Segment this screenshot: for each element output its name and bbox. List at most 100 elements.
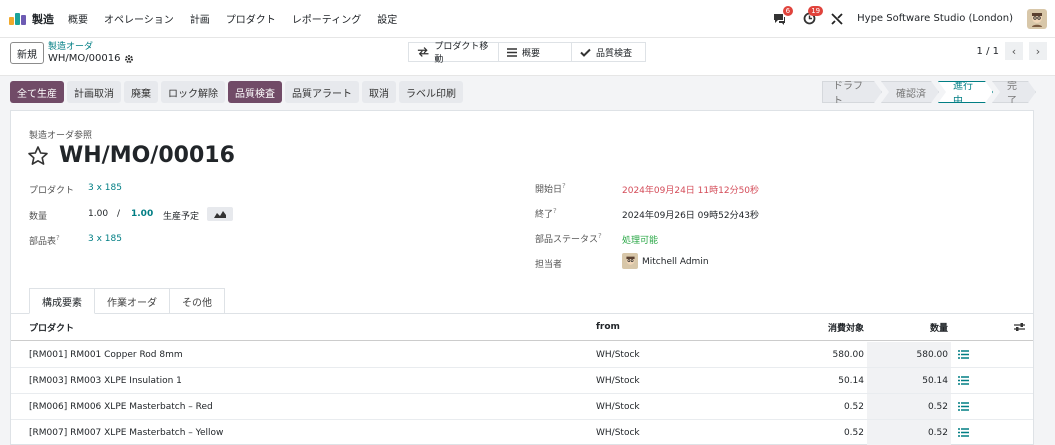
unplan-button[interactable]: 計画取消 xyxy=(67,81,121,103)
gear-icon[interactable] xyxy=(124,54,134,64)
table-row[interactable]: [RM006] RM006 XLPE Masterbatch – Red WH/… xyxy=(11,394,1033,420)
breadcrumb-parent[interactable]: 製造オーダ xyxy=(48,41,134,53)
pager-value[interactable]: 1 / 1 xyxy=(977,46,999,57)
tab-miscellaneous[interactable]: その他 xyxy=(169,288,225,314)
pager: 1 / 1 ‹ › xyxy=(977,42,1047,60)
product-field[interactable]: 3 x 185 xyxy=(88,183,122,193)
user-avatar-icon xyxy=(1032,12,1042,27)
end-date-field[interactable]: 2024年09月26日 09時52分43秒 xyxy=(622,208,759,221)
menu-settings[interactable]: 設定 xyxy=(377,11,397,26)
manufacturing-app-icon[interactable] xyxy=(9,12,27,25)
quality-check-button[interactable]: 品質検査 xyxy=(228,81,282,103)
activities-badge: 19 xyxy=(808,5,824,16)
column-quantity[interactable]: 数量 xyxy=(891,314,948,340)
overview-button[interactable]: 概要 xyxy=(498,42,572,62)
row-detail-button[interactable] xyxy=(958,420,969,445)
row-product[interactable]: [RM003] RM003 XLPE Insulation 1 xyxy=(29,368,182,393)
component-status-label-text: 部品ステータス xyxy=(535,235,599,245)
notebook-tabs: 構成要素 作業オーダ その他 xyxy=(29,288,225,314)
end-help-icon[interactable]: ? xyxy=(553,207,557,215)
print-labels-button[interactable]: ラベル印刷 xyxy=(399,81,463,103)
app-name[interactable]: 製造 xyxy=(32,11,54,27)
table-row[interactable]: [RM007] RM007 XLPE Masterbatch – Yellow … xyxy=(11,420,1033,445)
start-date-field[interactable]: 2024年09月24日 11時12分50秒 xyxy=(622,183,759,196)
start-date-label: 開始日? xyxy=(535,182,566,195)
menu-operations[interactable]: オペレーション xyxy=(104,11,174,26)
produce-all-button[interactable]: 全て生産 xyxy=(10,81,64,103)
user-avatar[interactable] xyxy=(1027,8,1047,29)
bom-field[interactable]: 3 x 185 xyxy=(88,234,122,244)
scrap-button[interactable]: 廃棄 xyxy=(124,81,158,103)
start-help-icon[interactable]: ? xyxy=(562,182,566,190)
row-from[interactable]: WH/Stock xyxy=(596,368,640,393)
row-detail-button[interactable] xyxy=(958,394,969,419)
bom-help-icon[interactable]: ? xyxy=(56,234,60,242)
tab-components[interactable]: 構成要素 xyxy=(29,288,95,314)
quality-checks-smart-button[interactable]: 品質検査 xyxy=(571,42,646,62)
menu-products[interactable]: プロダクト xyxy=(226,11,276,26)
pager-previous-button[interactable]: ‹ xyxy=(1005,42,1023,60)
menu-planning[interactable]: 計画 xyxy=(190,11,210,26)
row-from[interactable]: WH/Stock xyxy=(596,394,640,419)
new-button[interactable]: 新規 xyxy=(10,42,44,64)
components-table-header: プロダクト from 消費対象 数量 xyxy=(11,314,1033,341)
menu-overview[interactable]: 概要 xyxy=(68,11,88,26)
row-product[interactable]: [RM006] RM006 XLPE Masterbatch – Red xyxy=(29,394,213,419)
star-icon[interactable] xyxy=(27,145,49,167)
row-from[interactable]: WH/Stock xyxy=(596,420,640,445)
breadcrumb: 製造オーダ WH/MO/00016 xyxy=(48,41,134,65)
row-product[interactable]: [RM007] RM007 XLPE Masterbatch – Yellow xyxy=(29,420,223,445)
chevron-left-icon: ‹ xyxy=(1011,44,1017,58)
row-quantity[interactable]: 580.00 xyxy=(891,342,949,367)
row-from[interactable]: WH/Stock xyxy=(596,342,640,367)
list-icon xyxy=(958,402,969,411)
quantity-field[interactable]: 1.00 xyxy=(88,209,108,219)
status-bar: ドラフト 確認済 進行中 完了 xyxy=(823,81,1036,103)
component-status-help-icon[interactable]: ? xyxy=(598,232,602,240)
messages-button[interactable]: 6 xyxy=(771,5,794,26)
quality-checks-label: 品質検査 xyxy=(596,48,633,59)
list-icon xyxy=(958,428,969,437)
tools-icon[interactable] xyxy=(831,12,843,25)
column-from[interactable]: from xyxy=(596,314,620,340)
reference-label: 製造オーダ参照 xyxy=(29,131,93,141)
unlock-button[interactable]: ロック解除 xyxy=(161,81,225,103)
forecast-report-button[interactable] xyxy=(207,207,233,221)
stage-draft[interactable]: ドラフト xyxy=(822,81,882,103)
optional-columns-toggle[interactable] xyxy=(1014,314,1025,340)
title-row: WH/MO/00016 xyxy=(27,143,235,168)
stage-done[interactable]: 完了 xyxy=(992,81,1036,103)
list-icon xyxy=(958,376,969,385)
bom-label-text: 部品表 xyxy=(29,237,57,247)
tab-work-orders[interactable]: 作業オーダ xyxy=(94,288,170,314)
stage-confirmed[interactable]: 確認済 xyxy=(881,81,939,103)
product-moves-button[interactable]: プロダクト移動 xyxy=(408,42,499,65)
row-to-consume: 580.00 xyxy=(832,349,865,360)
row-detail-button[interactable] xyxy=(958,342,969,367)
exchange-icon xyxy=(417,47,429,57)
stage-in-progress[interactable]: 進行中 xyxy=(938,81,993,103)
table-row[interactable]: [RM001] RM001 Copper Rod 8mm WH/Stock 58… xyxy=(11,342,1033,368)
cancel-button[interactable]: 取消 xyxy=(362,81,396,103)
page-title: WH/MO/00016 xyxy=(59,143,235,168)
activities-button[interactable]: 19 xyxy=(801,5,824,26)
list-icon xyxy=(958,350,969,359)
systray: 6 19 Hype Software Studio (London) xyxy=(771,5,1047,29)
row-quantity[interactable]: 0.52 xyxy=(891,420,948,445)
responsible-field[interactable]: Mitchell Admin xyxy=(642,257,709,267)
start-date-label-text: 開始日 xyxy=(535,185,563,195)
row-product[interactable]: [RM001] RM001 Copper Rod 8mm xyxy=(29,342,183,367)
row-detail-button[interactable] xyxy=(958,368,969,393)
control-panel: 新規 製造オーダ WH/MO/00016 プロダクト移動 概要 品質検査 1 /… xyxy=(0,38,1055,76)
breadcrumb-current: WH/MO/00016 xyxy=(48,53,134,65)
quality-alert-button[interactable]: 品質アラート xyxy=(285,81,359,103)
pager-next-button[interactable]: › xyxy=(1029,42,1047,60)
list-icon xyxy=(507,47,517,57)
column-to-consume[interactable]: 消費対象 xyxy=(791,314,864,340)
column-product[interactable]: プロダクト xyxy=(29,314,74,340)
row-quantity[interactable]: 0.52 xyxy=(891,394,948,419)
company-switcher[interactable]: Hype Software Studio (London) xyxy=(857,13,1013,24)
menu-reporting[interactable]: レポーティング xyxy=(292,11,361,26)
row-quantity[interactable]: 50.14 xyxy=(891,368,948,393)
table-row[interactable]: [RM003] RM003 XLPE Insulation 1 WH/Stock… xyxy=(11,368,1033,394)
